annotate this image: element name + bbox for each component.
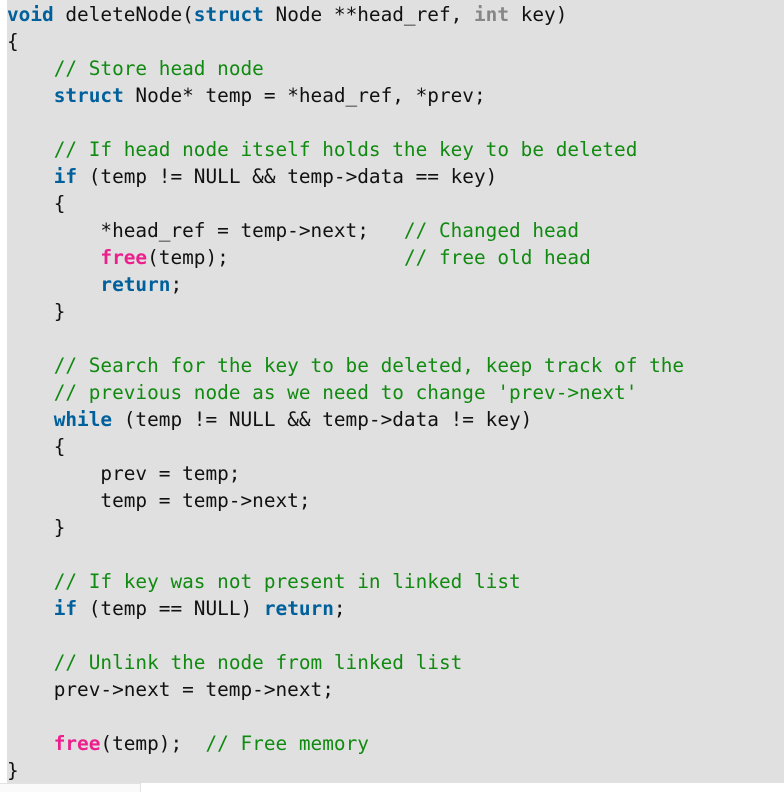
code-text: prev = temp; [7,462,241,485]
code-line: if (temp == NULL) return; [7,595,684,622]
code-text: (temp != NULL && temp->data != key) [112,408,533,431]
code-comment: // If key was not present in linked list [53,570,521,593]
code-line: { [7,28,684,55]
code-text: { [7,30,19,53]
code-keyword: while [53,408,113,431]
code-snippet-panel: void deleteNode(struct Node **head_ref, … [7,0,784,783]
code-line: { [7,433,684,460]
code-text: (temp); [147,246,404,269]
code-text: ; [333,597,346,620]
code-text: (temp); [100,732,206,755]
code-line: // Store head node [7,55,684,82]
code-text: temp = temp->next; [7,489,311,512]
code-line: temp = temp->next; [7,487,684,514]
code-text: (temp != NULL && temp->data == key) [77,165,498,188]
code-line: // previous node as we need to change 'p… [7,379,684,406]
code-keyword: if [53,597,78,620]
code-comment: // free old head [403,246,591,269]
code-line: prev->next = temp->next; [7,676,684,703]
code-type: int [473,3,510,26]
code-builtin: free [53,732,101,755]
code-comment: // Unlink the node from linked list [53,651,463,674]
code-text: Node* temp = *head_ref, *prev; [123,84,486,107]
code-line: } [7,298,684,325]
code-text: { [7,192,66,215]
code-line: while (temp != NULL && temp->data != key… [7,406,684,433]
code-comment: // Store head node [53,57,264,80]
code-line: { [7,190,684,217]
code-line: // Unlink the node from linked list [7,649,684,676]
code-text: deleteNode( [53,3,194,26]
code-text: (temp == NULL) [77,597,264,620]
code-line: ​ [7,325,684,352]
code-comment: // Changed head [403,219,580,242]
code-line: // If key was not present in linked list [7,568,684,595]
code-line: // If head node itself holds the key to … [7,136,684,163]
code-comment: // Search for the key to be deleted, kee… [53,354,685,377]
code-text: prev->next = temp->next; [7,678,334,701]
code-text: } [7,516,66,539]
code-keyword: return [100,273,171,296]
code-comment: // If head node itself holds the key to … [53,138,638,161]
code-line: ​ [7,109,684,136]
code-comment: // Free memory [205,732,369,755]
code-comment: // previous node as we need to change 'p… [53,381,638,404]
code-line: void deleteNode(struct Node **head_ref, … [7,1,684,28]
code-keyword: struct [193,3,264,26]
code-line: prev = temp; [7,460,684,487]
code-line: } [7,514,684,541]
code-keyword: struct [53,84,124,107]
code-builtin: free [100,246,148,269]
code-text: } [7,300,66,323]
code-text: } [7,759,19,782]
code-keyword: if [53,165,78,188]
code-line: ​ [7,622,684,649]
code-line: if (temp != NULL && temp->data == key) [7,163,684,190]
code-line: free(temp); // free old head [7,244,684,271]
code-line: ​ [7,541,684,568]
code-text: *head_ref = temp->next; [7,219,404,242]
code-block: void deleteNode(struct Node **head_ref, … [7,1,684,784]
code-line: struct Node* temp = *head_ref, *prev; [7,82,684,109]
code-line: free(temp); // Free memory [7,730,684,757]
code-keyword: return [263,597,334,620]
code-line: // Search for the key to be deleted, kee… [7,352,684,379]
code-line: ​ [7,703,684,730]
code-line: *head_ref = temp->next; // Changed head [7,217,684,244]
code-keyword: void [7,3,54,26]
code-text: Node **head_ref, [263,3,474,26]
code-text: key) [509,3,568,26]
code-line: return; [7,271,684,298]
code-line: } [7,757,684,784]
code-text: ; [170,273,183,296]
code-text: { [7,435,66,458]
